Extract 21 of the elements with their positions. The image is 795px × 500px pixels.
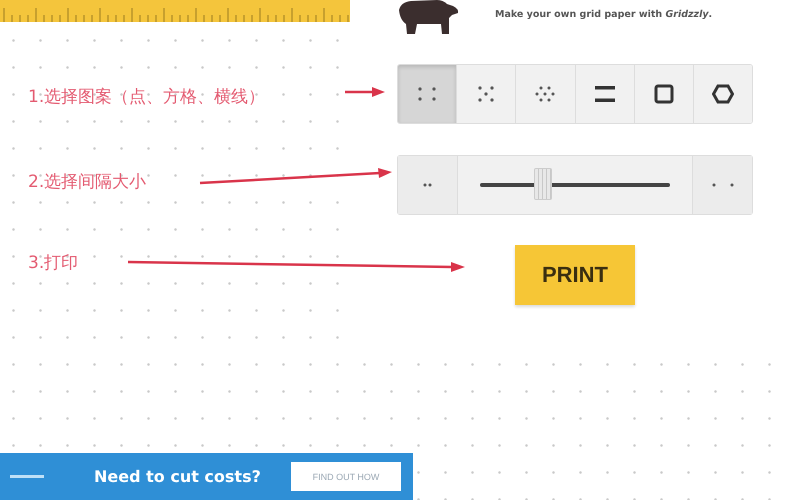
bear-icon <box>397 0 459 35</box>
square-icon <box>654 84 674 104</box>
dots-icon <box>417 86 438 102</box>
dots-icon <box>476 85 496 103</box>
annotation-text: 2.选择间隔大小 <box>28 171 146 193</box>
tagline-text: Make your own grid paper with Gridzzly. <box>495 9 712 20</box>
pattern-button[interactable] <box>694 65 752 123</box>
smaller-spacing-button[interactable] <box>398 156 458 214</box>
print-button[interactable]: PRINT <box>515 245 635 305</box>
slider-handle[interactable] <box>534 168 552 200</box>
annotation-text: 1.选择图案（点、方格、横线） <box>28 86 266 108</box>
hexagon-icon <box>712 84 734 104</box>
dots-icon <box>533 85 558 103</box>
arrow <box>345 87 385 97</box>
ad-headline: Need to cut costs? <box>94 467 261 486</box>
annotation-text: 3.打印 <box>28 252 78 274</box>
pattern-button[interactable] <box>576 65 635 123</box>
lines-icon <box>594 85 615 103</box>
pattern-button[interactable] <box>634 65 694 123</box>
dots-icon <box>422 183 432 187</box>
larger-spacing-button[interactable] <box>692 156 752 214</box>
